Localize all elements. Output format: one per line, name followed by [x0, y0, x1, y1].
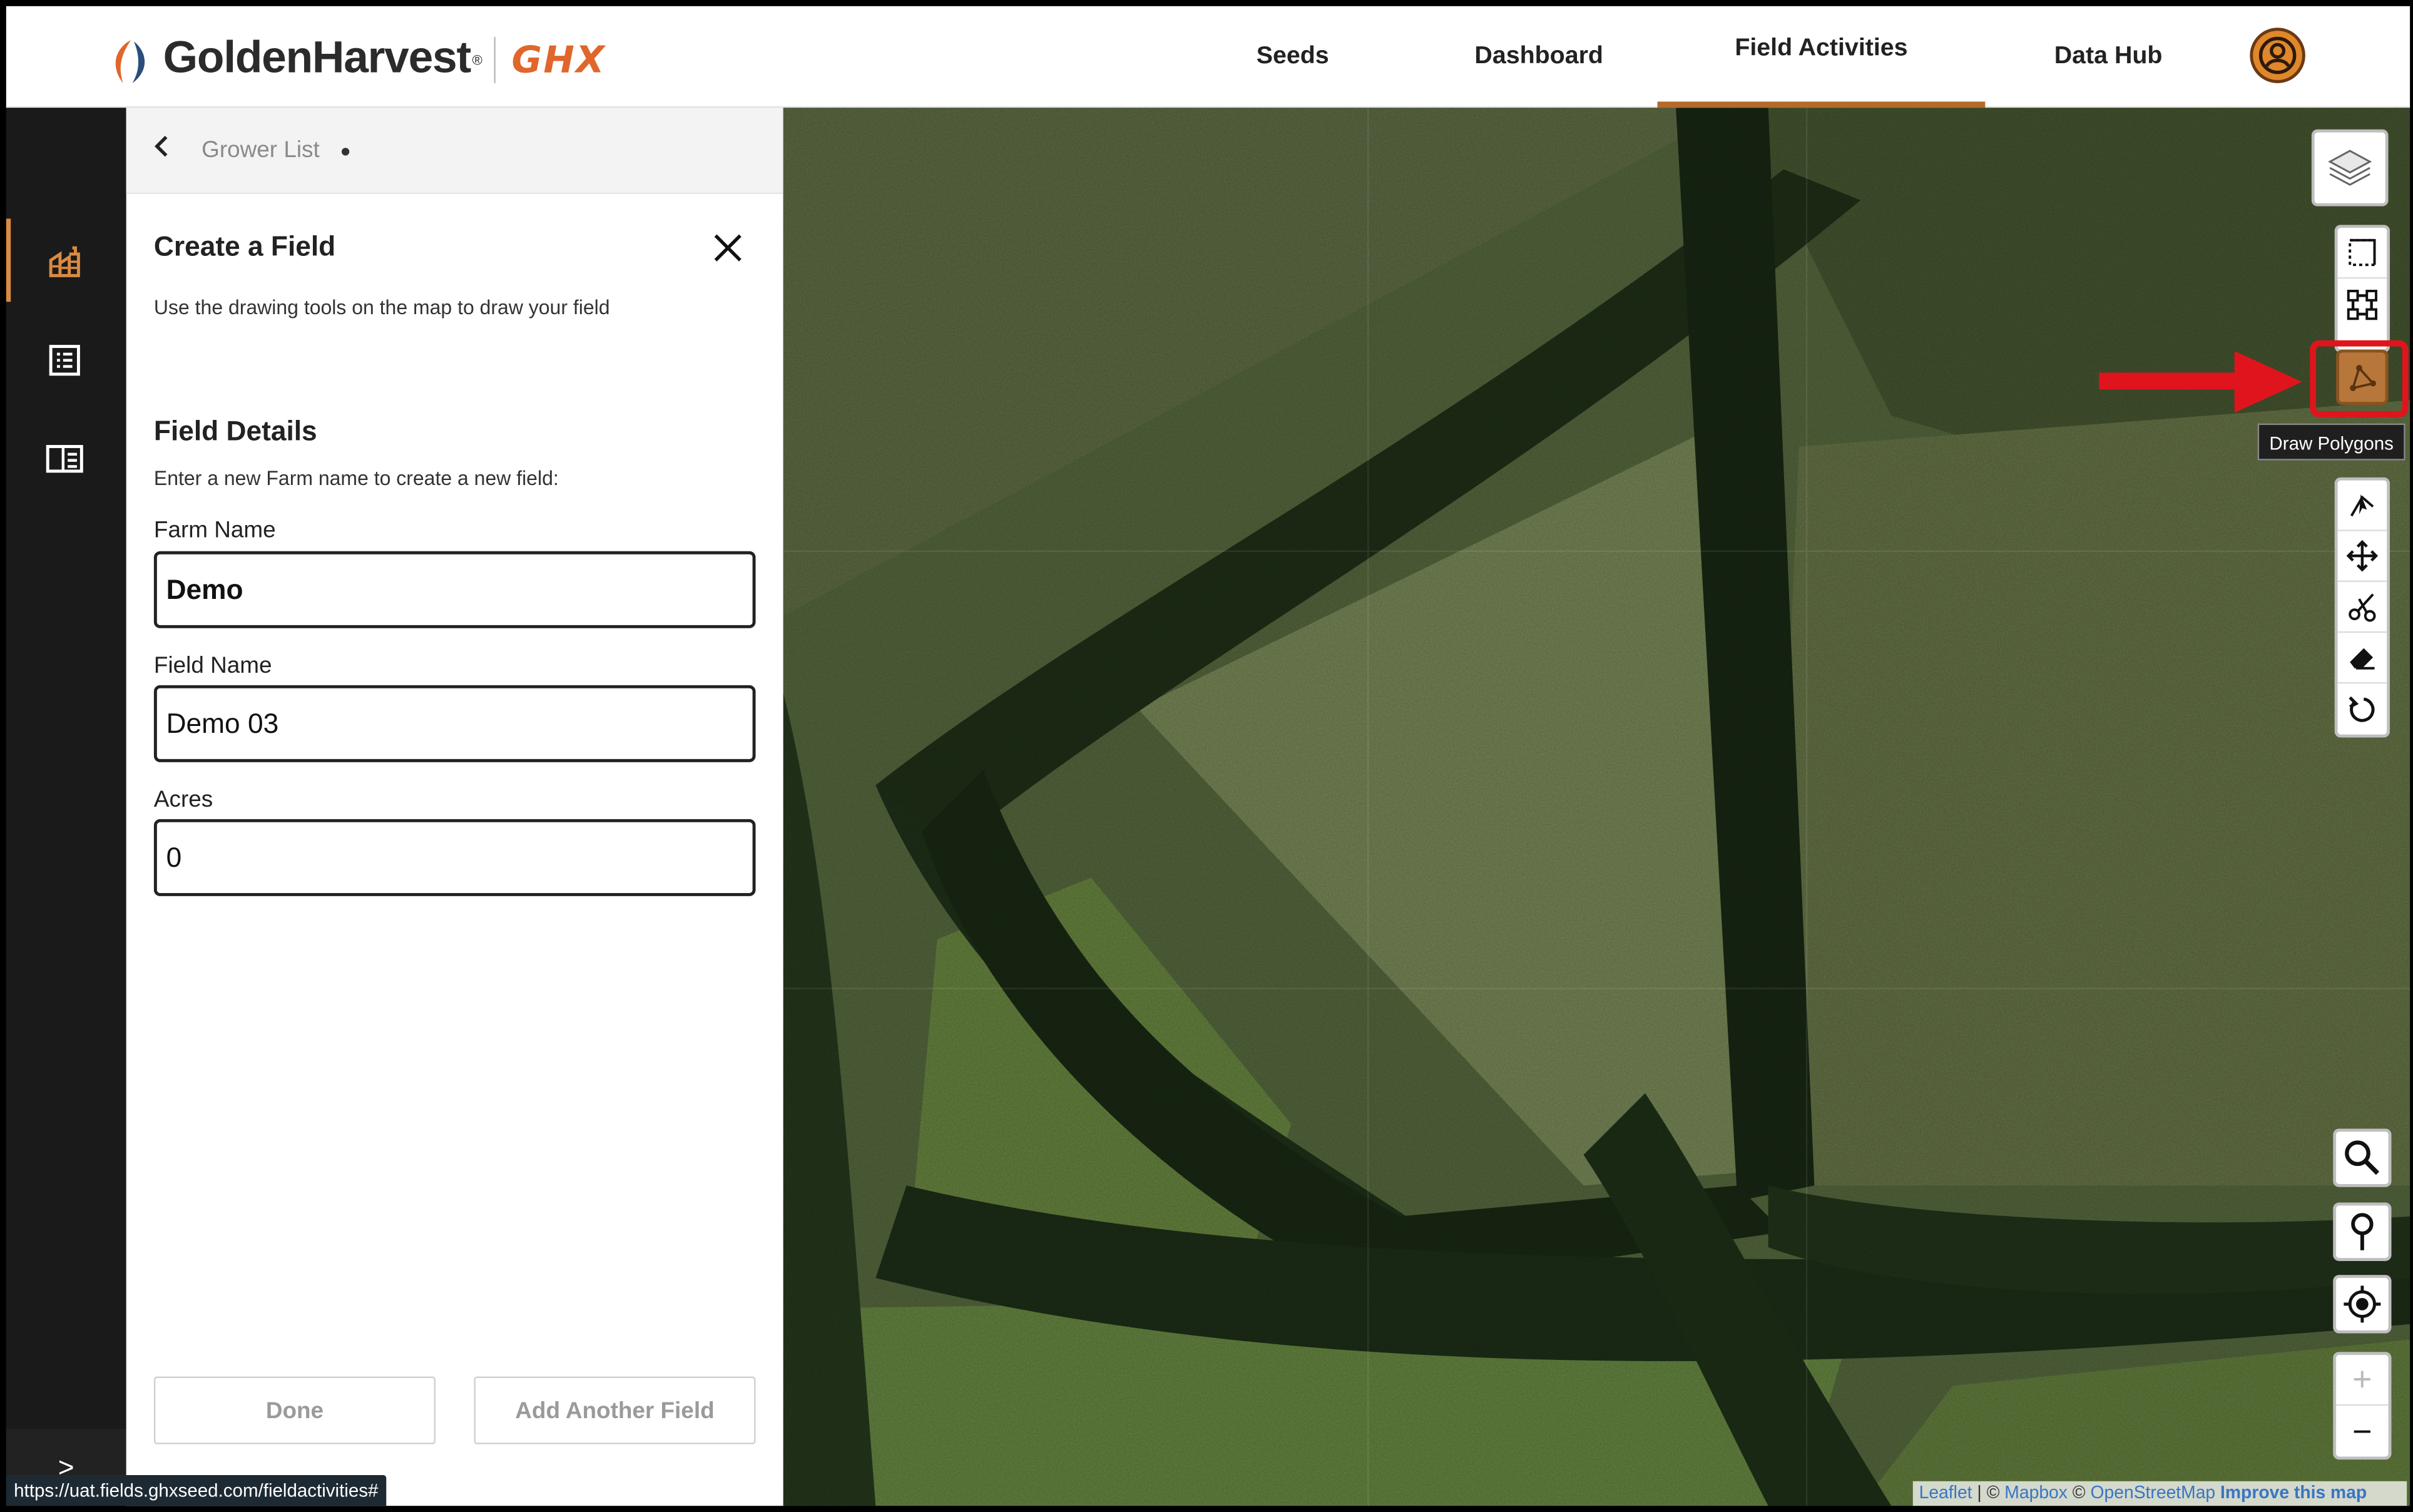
rail-panel-button[interactable] — [43, 437, 86, 481]
draw-polygons-tooltip: Draw Polygons — [2257, 423, 2405, 461]
draw-toolbar — [2334, 225, 2390, 353]
user-avatar[interactable] — [2250, 28, 2305, 83]
leaf-logo-icon — [108, 36, 154, 83]
satellite-imagery — [783, 108, 2410, 1506]
panel-description: Use the drawing tools on the map to draw… — [153, 295, 610, 319]
add-another-field-button[interactable]: Add Another Field — [474, 1376, 756, 1444]
sub-brand: GHX — [511, 38, 606, 81]
breadcrumb-dot — [341, 148, 350, 156]
draw-polygons-highlight — [2310, 340, 2409, 417]
field-name-input[interactable] — [153, 685, 756, 762]
breadcrumb-grower-list[interactable]: Grower List — [202, 137, 320, 163]
acres-input[interactable] — [153, 819, 756, 896]
create-field-panel: Grower List Create a Field Use the drawi… — [126, 108, 783, 1506]
close-icon[interactable] — [711, 231, 745, 265]
move-icon — [2346, 539, 2379, 572]
done-button[interactable]: Done — [153, 1376, 436, 1444]
list-icon — [49, 345, 80, 376]
erase-button[interactable] — [2337, 633, 2387, 684]
locate-me-button[interactable] — [2333, 1275, 2392, 1334]
brand-registered-mark: ® — [472, 51, 482, 68]
panel-icon — [46, 445, 83, 473]
openstreetmap-link[interactable]: OpenStreetMap — [2091, 1484, 2216, 1503]
zoom-control: + − — [2333, 1352, 2392, 1460]
rail-list-button[interactable] — [43, 339, 86, 382]
breadcrumb: Grower List — [126, 108, 783, 194]
drop-pin-button[interactable] — [2333, 1202, 2392, 1261]
attribution-separator: | © — [1972, 1484, 2005, 1503]
left-rail: > — [6, 108, 126, 1506]
annotation-arrow-icon — [2099, 350, 2302, 413]
move-button[interactable] — [2337, 531, 2387, 582]
acres-label: Acres — [153, 787, 213, 814]
nav-label: Seeds — [1256, 43, 1329, 69]
nav-label: Field Activities — [1735, 35, 1908, 62]
rotate-button[interactable] — [2338, 683, 2387, 734]
farm-name-input[interactable] — [153, 551, 756, 628]
edit-toolbar — [2334, 477, 2390, 738]
layers-button[interactable] — [2311, 129, 2389, 207]
draw-rectangle-button[interactable] — [2337, 228, 2387, 279]
nav-label: Data Hub — [2054, 43, 2163, 69]
nav-data-hub[interactable]: Data Hub — [2016, 6, 2201, 108]
search-map-button[interactable] — [2333, 1128, 2392, 1187]
nav-seeds[interactable]: Seeds — [1200, 6, 1385, 108]
pin-icon — [2351, 1213, 2374, 1250]
chevron-left-icon[interactable] — [151, 133, 172, 160]
nav-field-activities[interactable]: Field Activities — [1657, 6, 1986, 108]
zoom-out-button[interactable]: − — [2336, 1406, 2389, 1456]
layers-icon — [2328, 150, 2372, 186]
logo-divider — [494, 36, 496, 83]
polygon-vertex-icon — [2347, 290, 2377, 320]
farm-icon — [49, 246, 80, 277]
top-header: GoldenHarvest ® GHX Seeds Dashboard Fiel… — [6, 6, 2410, 108]
zoom-in-button[interactable]: + — [2336, 1355, 2389, 1406]
section-description: Enter a new Farm name to create a new fi… — [153, 466, 559, 490]
draw-shape-button[interactable] — [2338, 278, 2387, 349]
field-name-label: Field Name — [153, 653, 272, 679]
eraser-icon — [2350, 648, 2375, 670]
panel-title: Create a Field — [153, 231, 336, 262]
nav-label: Dashboard — [1474, 43, 1603, 69]
locate-icon — [2344, 1285, 2381, 1323]
brand-name: GoldenHarvest — [163, 34, 472, 83]
cut-button[interactable] — [2337, 582, 2387, 633]
search-icon — [2345, 1140, 2380, 1175]
rail-farm-button[interactable] — [43, 240, 86, 284]
edit-vertex-icon — [2350, 494, 2374, 517]
map-attribution: Leaflet | © Mapbox © OpenStreetMap Impro… — [1912, 1481, 2407, 1506]
rotate-icon — [2349, 695, 2375, 722]
edit-vertices-button[interactable] — [2337, 481, 2387, 531]
brand-logo[interactable]: GoldenHarvest ® GHX — [108, 34, 606, 84]
status-bar-url: https://uat.fields.ghxseed.com/fieldacti… — [6, 1474, 386, 1506]
user-circle-icon — [2258, 36, 2297, 74]
rail-active-indicator — [6, 218, 11, 302]
cut-icon — [2349, 593, 2376, 622]
leaflet-link[interactable]: Leaflet — [1919, 1484, 1972, 1503]
attribution-separator: © — [2067, 1484, 2091, 1503]
rectangle-select-icon — [2349, 238, 2376, 267]
nav-dashboard[interactable]: Dashboard — [1447, 6, 1631, 108]
improve-map-link[interactable]: Improve this map — [2220, 1484, 2367, 1503]
mapbox-link[interactable]: Mapbox — [2004, 1484, 2068, 1503]
satellite-map[interactable] — [783, 108, 2410, 1506]
farm-name-label: Farm Name — [153, 517, 276, 544]
section-title: Field Details — [153, 416, 317, 447]
